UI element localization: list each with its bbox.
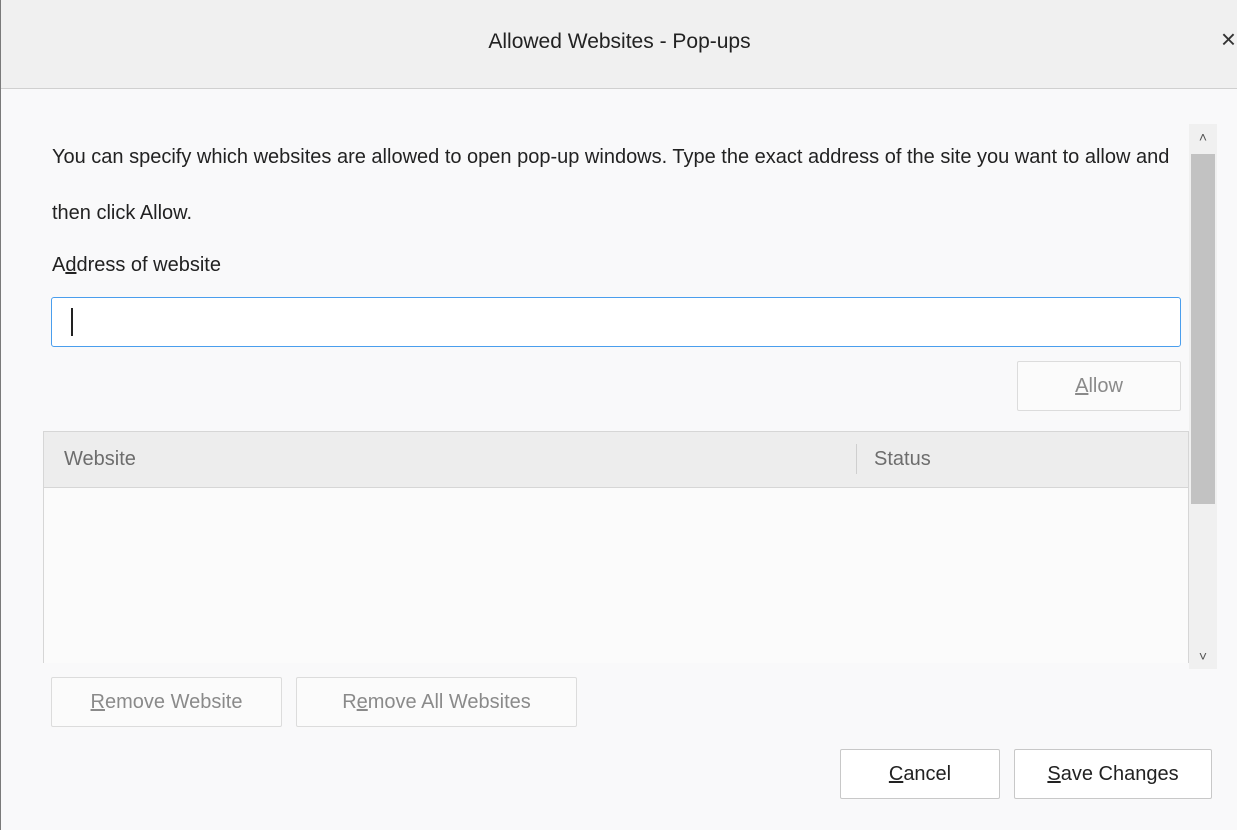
allow-label: llow [1088, 375, 1123, 397]
remove-accesskey: R [90, 691, 105, 713]
save-label: ave Changes [1060, 763, 1179, 785]
column-divider[interactable] [856, 444, 857, 474]
remove-all-websites-button[interactable]: Remove All Websites [296, 677, 577, 727]
remove-website-button[interactable]: Remove Website [51, 677, 282, 727]
address-input[interactable] [51, 297, 1181, 347]
column-header-status[interactable]: Status [874, 448, 931, 471]
address-label-prefix: A [52, 254, 66, 276]
cancel-button[interactable]: Cancel [840, 749, 1000, 799]
table-header: Website Status [44, 432, 1188, 488]
allow-accesskey: A [1075, 375, 1089, 397]
title-bar: Allowed Websites - Pop-ups × [1, 0, 1237, 89]
text-caret [71, 308, 73, 336]
remove-all-prefix: R [342, 691, 357, 713]
save-accesskey: S [1047, 763, 1061, 785]
allowed-websites-dialog: Allowed Websites - Pop-ups × You can spe… [0, 0, 1237, 830]
address-label-accesskey: d [65, 254, 77, 276]
remove-all-label: move All Websites [367, 691, 531, 713]
save-changes-button[interactable]: Save Changes [1014, 749, 1212, 799]
close-icon[interactable]: × [1221, 26, 1236, 52]
column-header-website[interactable]: Website [64, 448, 136, 471]
remove-all-accesskey: e [356, 691, 368, 713]
address-label: Address of website [52, 254, 221, 277]
dialog-content: You can specify which websites are allow… [1, 89, 1237, 830]
remove-label: emove Website [104, 691, 243, 713]
cancel-accesskey: C [888, 763, 904, 785]
scrollbar-thumb[interactable] [1191, 154, 1215, 504]
allow-button[interactable]: Allow [1017, 361, 1181, 411]
websites-table[interactable]: Website Status [43, 431, 1189, 663]
vertical-scrollbar[interactable]: ˄ ˅ [1189, 124, 1217, 669]
dialog-title: Allowed Websites - Pop-ups [488, 30, 751, 53]
chevron-up-icon[interactable]: ˄ [1189, 124, 1217, 150]
address-label-suffix: dress of website [76, 254, 221, 276]
chevron-down-icon[interactable]: ˅ [1189, 643, 1217, 669]
description-text: You can specify which websites are allow… [52, 146, 1170, 224]
cancel-label: ancel [903, 763, 952, 785]
